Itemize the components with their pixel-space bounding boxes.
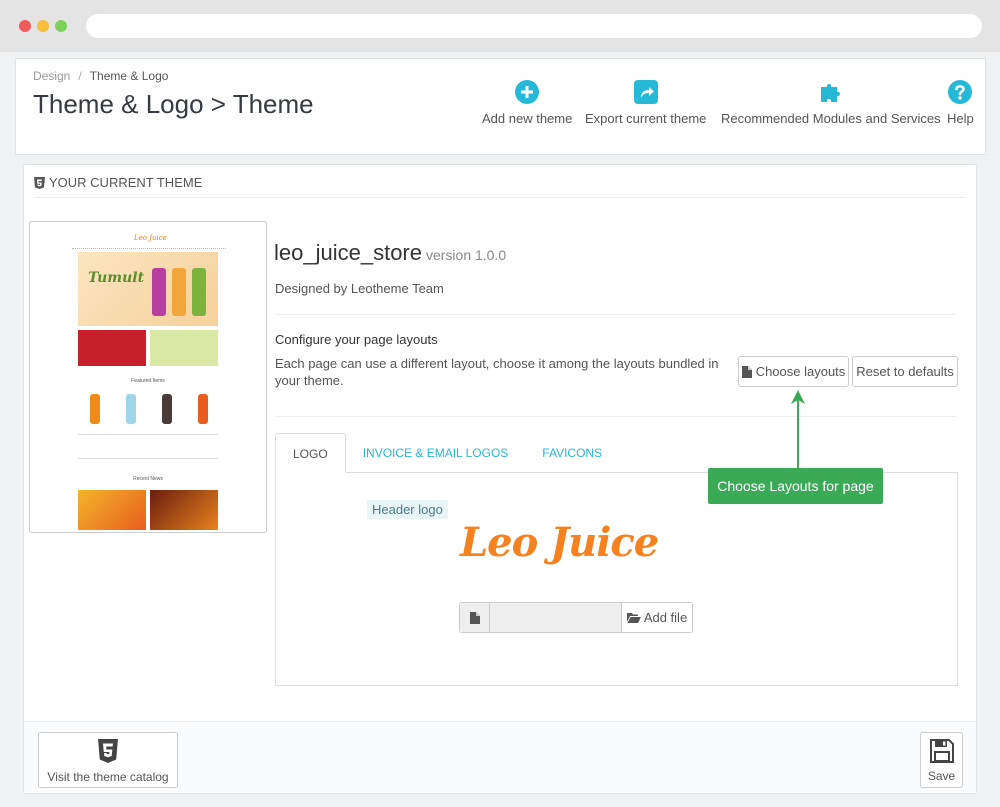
export-current-theme-label: Export current theme [585, 111, 707, 126]
preview-hero-banner: Tumult [78, 252, 218, 326]
preview-divider [78, 434, 218, 435]
save-label: Save [927, 769, 956, 783]
logo-file-upload: Add file [459, 602, 693, 633]
theme-author: Designed by Leotheme Team [275, 281, 444, 296]
export-share-icon [633, 80, 658, 104]
logo-tabs: LOGO INVOICE & EMAIL LOGOS FAVICONS [275, 433, 619, 473]
header-logo-label: Header logo [367, 500, 448, 519]
preview-can [172, 268, 186, 316]
tab-invoice-email-logos[interactable]: INVOICE & EMAIL LOGOS [346, 433, 526, 473]
breadcrumb-separator: / [78, 69, 82, 83]
layouts-title: Configure your page layouts [275, 332, 438, 347]
puzzle-icon [820, 84, 840, 102]
page-header: Design / Theme & Logo Theme & Logo > Theme… [15, 58, 986, 155]
help-button[interactable]: Help [947, 79, 974, 126]
preview-divider [78, 458, 218, 459]
preview-featured-title: Featured Items [131, 378, 165, 384]
heading-divider [34, 197, 966, 198]
help-label: Help [947, 111, 974, 126]
floppy-disk-icon [929, 739, 954, 763]
logo-file-input[interactable] [490, 603, 621, 632]
reset-to-defaults-button[interactable]: Reset to defaults [852, 356, 958, 387]
file-glyph [469, 611, 480, 624]
recommended-modules-button[interactable]: Recommended Modules and Services [721, 79, 941, 126]
tab-logo[interactable]: LOGO [275, 433, 346, 473]
visit-theme-catalog-button[interactable]: Visit the theme catalog [38, 732, 178, 788]
logo-tab-pane: Header logo Leo Juice Add file [275, 472, 958, 686]
window-minimize-dot[interactable] [37, 20, 49, 32]
preview-banner-green [150, 330, 218, 366]
add-new-theme-button[interactable]: Add new theme [482, 79, 572, 126]
tab-favicons[interactable]: FAVICONS [525, 433, 619, 473]
panel-heading-text: YOUR CURRENT THEME [49, 175, 203, 190]
save-button[interactable]: Save [920, 732, 963, 788]
divider [275, 416, 956, 417]
layouts-description: Each page can use a different layout, ch… [275, 356, 719, 388]
choose-layouts-label: Choose layouts [755, 364, 846, 379]
preview-hero-text: Tumult [88, 270, 145, 286]
panel-heading: YOUR CURRENT THEME [34, 175, 202, 190]
file-icon [741, 365, 752, 378]
export-current-theme-button[interactable]: Export current theme [585, 79, 706, 126]
add-file-label: Add file [643, 610, 688, 625]
add-file-button[interactable]: Add file [621, 603, 692, 632]
panel-footer: Visit the theme catalog Save [24, 721, 976, 793]
annotation-callout: Choose Layouts for page [708, 468, 883, 504]
folder-open-icon [626, 613, 641, 623]
page-title: Theme & Logo > Theme [33, 89, 314, 119]
recommended-modules-label: Recommended Modules and Services [721, 111, 941, 126]
browser-chrome [0, 0, 1000, 52]
header-logo-image: Leo Juice [460, 519, 659, 566]
theme-name-text: leo_juice_store [274, 240, 422, 265]
current-theme-panel: YOUR CURRENT THEME Leo Juice Tumult Feat… [23, 164, 977, 794]
preview-news-image [150, 490, 218, 530]
preview-product [198, 394, 208, 424]
question-circle-icon [948, 80, 973, 104]
breadcrumb: Design / Theme & Logo [33, 69, 168, 83]
add-new-theme-label: Add new theme [482, 111, 573, 126]
preview-nav [72, 248, 226, 250]
breadcrumb-parent[interactable]: Design [33, 69, 70, 83]
preview-news-image [78, 490, 146, 530]
address-bar[interactable] [86, 14, 982, 38]
html5-icon [34, 176, 45, 189]
preview-news-title: Recent News [133, 476, 163, 482]
theme-version: version 1.0.0 [425, 247, 507, 263]
reset-to-defaults-label: Reset to defaults [856, 364, 954, 379]
preview-logo: Leo Juice [134, 234, 167, 242]
preview-product [126, 394, 136, 424]
theme-name: leo_juice_store version 1.0.0 [274, 240, 506, 266]
preview-product [90, 394, 100, 424]
preview-can [152, 268, 166, 316]
file-icon [460, 603, 490, 632]
preview-banner-red [78, 330, 146, 366]
plus-circle-icon [515, 80, 540, 104]
preview-can [192, 268, 206, 316]
theme-preview-thumbnail: Leo Juice Tumult Featured Items Recent N… [29, 221, 267, 533]
preview-product [162, 394, 172, 424]
visit-theme-catalog-label: Visit the theme catalog [47, 770, 169, 784]
window-close-dot[interactable] [19, 20, 31, 32]
choose-layouts-button[interactable]: Choose layouts [738, 356, 849, 387]
page-viewport: Design / Theme & Logo Theme & Logo > Theme… [0, 52, 1000, 807]
divider [275, 314, 956, 315]
window-maximize-dot[interactable] [55, 20, 67, 32]
breadcrumb-current: Theme & Logo [89, 69, 169, 83]
annotation-arrow [791, 390, 805, 468]
html5-icon [98, 739, 118, 763]
